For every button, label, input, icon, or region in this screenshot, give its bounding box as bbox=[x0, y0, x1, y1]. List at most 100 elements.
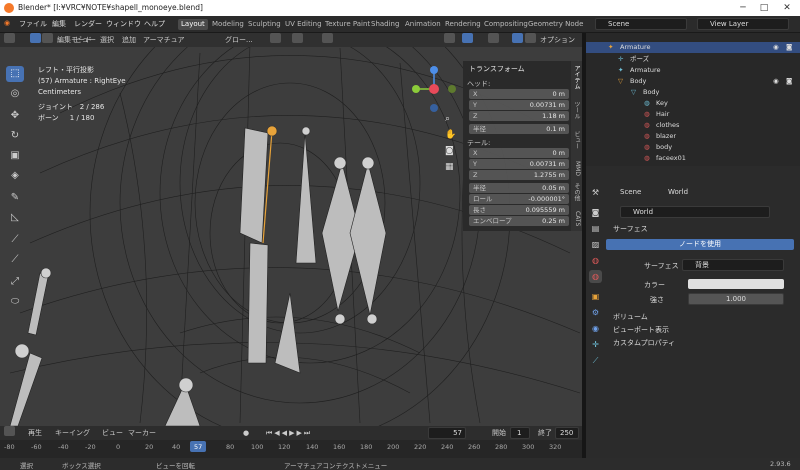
tab-modeling[interactable]: Modeling bbox=[209, 19, 247, 30]
tab-mmd[interactable]: MMD bbox=[572, 161, 581, 176]
world-props-icon[interactable]: ◍ bbox=[589, 270, 602, 283]
navigation-gizmo[interactable] bbox=[408, 64, 464, 114]
rotate-tool-icon[interactable]: ↻ bbox=[6, 128, 24, 144]
tab-tool[interactable]: ツール bbox=[572, 101, 581, 119]
head-z-field[interactable]: Z 1.18 m bbox=[469, 111, 569, 121]
select-box-tool-icon[interactable]: ⬚ bbox=[6, 66, 24, 82]
tab-rendering[interactable]: Rendering bbox=[442, 19, 484, 30]
bone-envelope-tool-icon[interactable]: ⟋ bbox=[6, 252, 24, 268]
use-nodes-button[interactable]: ノードを使用 bbox=[606, 239, 794, 250]
outliner-row[interactable]: ▽ Body ◉ ◙ bbox=[586, 76, 800, 87]
data-props-icon[interactable]: ✛ bbox=[589, 338, 602, 351]
menu-help[interactable]: ヘルプ bbox=[144, 19, 165, 29]
scale-tool-icon[interactable]: ▣ bbox=[6, 148, 24, 164]
outliner-row[interactable]: ▽ Body bbox=[586, 87, 800, 98]
outliner-row[interactable]: ◍ clothes bbox=[586, 120, 800, 131]
annotate-tool-icon[interactable]: ✎ bbox=[6, 190, 24, 206]
scene-props-icon[interactable]: ◍ bbox=[589, 254, 602, 267]
menu-select[interactable]: 選択 bbox=[100, 35, 114, 45]
outliner-row[interactable]: ✦ Armature ◉ ◙ bbox=[586, 42, 800, 53]
tail-z-field[interactable]: Z 1.2755 m bbox=[469, 170, 569, 180]
extrude-tool-icon[interactable]: ⬭ bbox=[6, 294, 24, 310]
move-tool-icon[interactable]: ✥ bbox=[6, 108, 24, 124]
menu-marker[interactable]: マーカー bbox=[128, 428, 156, 438]
bone-size-tool-icon[interactable]: ⟋ bbox=[6, 232, 24, 248]
eye-icon[interactable]: ◉ bbox=[773, 76, 779, 87]
pan-hand-icon[interactable]: ✋ bbox=[445, 130, 457, 140]
menu-keying[interactable]: キーイング bbox=[55, 428, 90, 438]
camera-icon[interactable]: ◙ bbox=[786, 42, 792, 53]
transform-tool-icon[interactable]: ◈ bbox=[6, 168, 24, 184]
outliner-row[interactable]: ✛ ポーズ bbox=[586, 54, 800, 65]
menu-armature[interactable]: アーマチュア bbox=[143, 35, 184, 45]
head-y-field[interactable]: Y 0.00731 m bbox=[469, 100, 569, 110]
outliner-row[interactable]: ◍ Key bbox=[586, 98, 800, 109]
camera-icon[interactable]: ◙ bbox=[786, 76, 792, 87]
playback-controls[interactable]: ⏮◀◀▶▶⏭ bbox=[266, 428, 312, 438]
end-frame-field[interactable]: 250 bbox=[555, 427, 579, 439]
cursor-tool-icon[interactable]: ◎ bbox=[6, 86, 24, 102]
tab-item[interactable]: アイテム bbox=[572, 65, 581, 89]
surface-shader-field[interactable]: 背景 bbox=[682, 259, 784, 271]
record-icon[interactable]: ● bbox=[243, 428, 249, 438]
proportional-icon[interactable] bbox=[322, 33, 333, 43]
menu-edit[interactable]: 編集 bbox=[52, 19, 66, 29]
menu-timeline-view[interactable]: ビュー bbox=[102, 428, 123, 438]
tab-uv-editing[interactable]: UV Editing bbox=[282, 19, 325, 30]
strength-field[interactable]: 1.000 bbox=[688, 293, 784, 305]
physics-props-icon[interactable]: ◉ bbox=[589, 322, 602, 335]
volume-panel-header[interactable]: ボリューム bbox=[613, 312, 648, 322]
tab-shading[interactable]: Shading bbox=[368, 19, 402, 30]
overlay-icon[interactable] bbox=[488, 33, 499, 43]
camera-view-icon[interactable]: ◙ bbox=[445, 146, 457, 156]
maximize-icon[interactable]: □ bbox=[758, 2, 770, 14]
view-layer-selector[interactable]: View Layer bbox=[697, 18, 789, 30]
length-field[interactable]: 長さ 0.095559 m bbox=[469, 205, 569, 215]
timeline-editor-type-icon[interactable] bbox=[4, 426, 15, 436]
pivot-icon[interactable] bbox=[270, 33, 281, 43]
shading-solid-icon[interactable] bbox=[525, 33, 536, 43]
tail-radius-field[interactable]: 半径 0.05 m bbox=[469, 183, 569, 193]
tab-sculpting[interactable]: Sculpting bbox=[245, 19, 284, 30]
shading-wire-icon[interactable] bbox=[512, 33, 523, 43]
menu-window[interactable]: ウィンドウ bbox=[106, 19, 141, 29]
tool-props-icon[interactable]: ⚒ bbox=[589, 186, 602, 199]
tab-texture-paint[interactable]: Texture Paint bbox=[322, 19, 373, 30]
object-props-icon[interactable]: ▣ bbox=[589, 290, 602, 303]
outliner-row[interactable]: ◍ Hair bbox=[586, 109, 800, 120]
color-swatch[interactable] bbox=[688, 279, 784, 289]
head-x-field[interactable]: X0 m bbox=[469, 89, 569, 99]
blender-menu-icon[interactable]: ◉ bbox=[4, 19, 10, 27]
roll-tool-icon[interactable]: ⤢ bbox=[6, 274, 24, 290]
menu-file[interactable]: ファイル bbox=[19, 19, 47, 29]
measure-tool-icon[interactable]: ◺ bbox=[6, 210, 24, 226]
tail-x-field[interactable]: X0 m bbox=[469, 148, 569, 158]
tab-layout[interactable]: Layout bbox=[178, 19, 208, 30]
gizmo-icon[interactable] bbox=[462, 33, 473, 43]
close-icon[interactable]: ✕ bbox=[781, 2, 793, 14]
minimize-icon[interactable]: ─ bbox=[737, 2, 749, 14]
world-selector[interactable]: World bbox=[620, 206, 770, 218]
custom-props-panel-header[interactable]: カスタムプロパティ bbox=[613, 338, 675, 348]
tab-cats[interactable]: CATS bbox=[572, 211, 581, 226]
outliner-row[interactable]: ◍ body bbox=[586, 142, 800, 153]
select-extend-icon[interactable] bbox=[42, 33, 53, 43]
roll-field[interactable]: ロール -0.000001° bbox=[469, 194, 569, 204]
orientation-selector[interactable]: グロー... bbox=[225, 35, 253, 45]
outliner-row[interactable]: ◍ faceex01 bbox=[586, 153, 800, 164]
zoom-icon[interactable]: ⌕ bbox=[445, 114, 457, 124]
current-frame-field[interactable]: 57 bbox=[428, 427, 466, 439]
surface-panel-header[interactable]: サーフェス bbox=[613, 224, 648, 234]
options-dropdown[interactable]: オプション bbox=[540, 35, 575, 45]
head-radius-field[interactable]: 半径 0.1 m bbox=[469, 124, 569, 134]
tail-y-field[interactable]: Y 0.00731 m bbox=[469, 159, 569, 169]
tab-misc[interactable]: その他 bbox=[572, 183, 581, 201]
bone-props-icon[interactable]: ⟋ bbox=[589, 354, 602, 367]
viewport-display-panel-header[interactable]: ビューポート表示 bbox=[613, 325, 669, 335]
visibility-icon[interactable] bbox=[444, 33, 455, 43]
menu-view[interactable]: ビュー bbox=[75, 35, 96, 45]
view-layer-props-icon[interactable]: ▨ bbox=[589, 238, 602, 251]
output-props-icon[interactable]: ▤ bbox=[589, 222, 602, 235]
tab-animation[interactable]: Animation bbox=[402, 19, 444, 30]
eye-icon[interactable]: ◉ bbox=[773, 42, 779, 53]
